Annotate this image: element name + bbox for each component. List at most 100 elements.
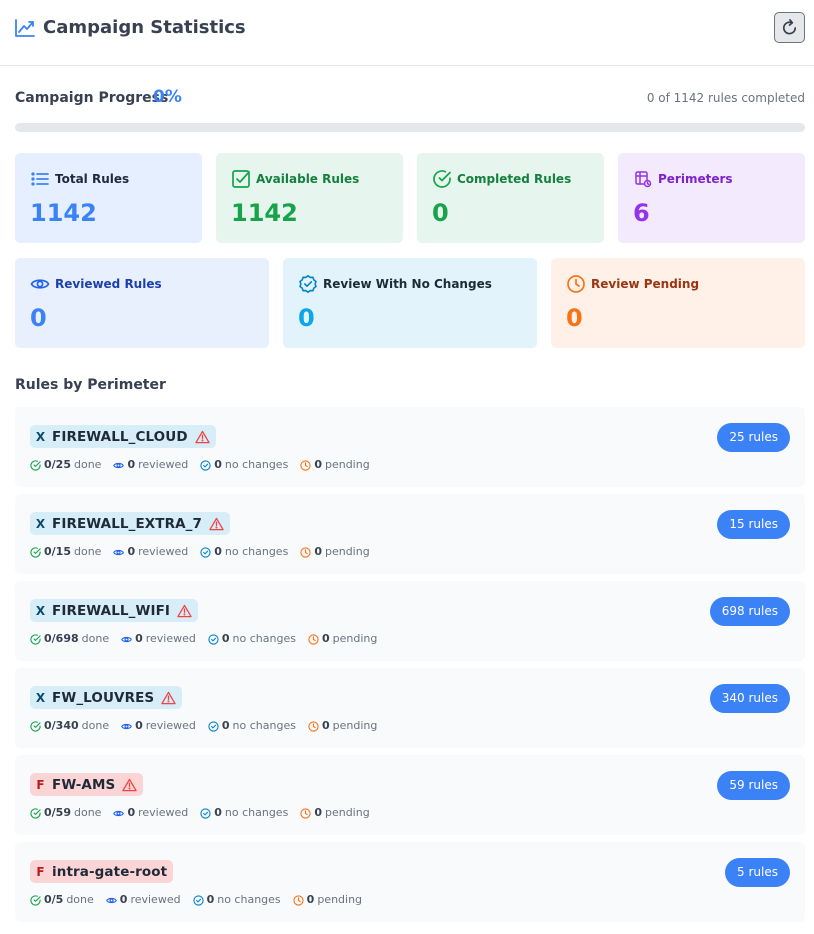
stat-card-label: Review With No Changes <box>323 277 492 291</box>
perimeter-stats: 0/698 done 0 reviewed 0 no changes 0 pending <box>30 632 389 646</box>
stat-card-reviewed: Reviewed Rules 0 <box>15 258 269 348</box>
rules-count-badge[interactable]: 59 rules <box>717 771 790 800</box>
no-changes-count: 0 <box>214 806 222 819</box>
badge-check-icon <box>208 633 219 645</box>
x-vendor-icon: X <box>35 690 46 705</box>
stat-card-value: 0 <box>566 304 583 332</box>
reviewed-count: 0 <box>127 458 136 471</box>
stat-pending: 0 pending <box>300 545 370 559</box>
stat-card-label: Available Rules <box>256 172 360 186</box>
f-vendor-icon: F <box>36 777 45 792</box>
perimeter-name: FIREWALL_CLOUD <box>52 428 188 445</box>
refresh-button[interactable] <box>774 12 805 43</box>
stat-pending: 0 pending <box>308 719 377 733</box>
checkbox-icon <box>231 169 251 189</box>
rules-count-badge[interactable]: 340 rules <box>709 684 790 713</box>
perimeter-tag: X FW_LOUVRES <box>30 686 183 709</box>
pending-label: pending <box>324 545 370 558</box>
stat-card-completed: Completed Rules 0 <box>417 153 604 243</box>
stat-reviewed: 0 reviewed <box>105 893 181 907</box>
stat-card-label: Review Pending <box>591 277 700 291</box>
rules-count-badge[interactable]: 25 rules <box>717 423 790 452</box>
stat-card-label: Reviewed Rules <box>55 277 162 291</box>
perimeter-tag: X FIREWALL_EXTRA_7 <box>30 512 230 535</box>
done-count: 0/59 <box>44 806 71 819</box>
no-changes-count: 0 <box>214 545 222 558</box>
clock-icon <box>293 894 304 906</box>
perimeter-row[interactable]: X FIREWALL_EXTRA_7 0/15 done 0 reviewed 0 no ch… <box>15 494 805 574</box>
pending-count: 0 <box>314 806 322 819</box>
stat-no-changes: 0 no changes <box>192 893 281 907</box>
done-label: done <box>73 806 102 819</box>
perimeter-tag: Fintra-gate-root <box>30 860 174 883</box>
stat-done: 0/698 done <box>30 632 109 646</box>
perimeter-stats: 0/59 done 0 reviewed 0 no changes 0 pending <box>30 806 382 820</box>
clock-icon <box>300 546 311 558</box>
rules-count-badge[interactable]: 15 rules <box>717 510 790 539</box>
check-circle-icon <box>30 720 41 732</box>
eye-icon <box>121 636 132 642</box>
stat-pending: 0 pending <box>300 806 370 820</box>
stat-card-total: Total Rules 1142 <box>15 153 202 243</box>
pending-count: 0 <box>314 458 322 471</box>
campaign-progress-label: Campaign Progress <box>15 90 169 106</box>
perimeter-name: intra-gate-root <box>52 863 168 880</box>
warning-icon <box>209 517 224 530</box>
perimeter-row[interactable]: F FW-AMS 0/59 done 0 reviewed 0 no changes 0 pend… <box>15 755 805 835</box>
stat-reviewed: 0 reviewed <box>113 806 188 820</box>
no-changes-count: 0 <box>221 632 230 645</box>
pending-label: pending <box>324 458 370 471</box>
pending-label: pending <box>332 632 378 645</box>
stat-pending: 0 pending <box>308 632 377 646</box>
perimeter-tag: X FIREWALL_WIFI <box>30 599 199 622</box>
stat-no-changes: 0 no changes <box>208 719 296 733</box>
perimeter-row[interactable]: X FIREWALL_WIFI 0/698 done 0 reviewed 0 no chan… <box>15 581 805 661</box>
reviewed-label: reviewed <box>145 632 196 645</box>
x-vendor-icon: X <box>35 603 46 618</box>
badge-check-icon <box>298 274 318 294</box>
stat-card-label: Completed Rules <box>457 172 572 186</box>
eye-icon <box>113 462 125 468</box>
stat-card-value: 0 <box>432 199 449 227</box>
stat-no-changes: 0 no changes <box>200 458 288 472</box>
stat-card-available: Available Rules 1142 <box>216 153 403 243</box>
done-count: 0/340 <box>44 719 79 732</box>
pending-label: pending <box>317 893 363 906</box>
no-changes-label: no changes <box>232 632 296 645</box>
eye-icon <box>30 274 50 294</box>
perimeter-name: FW_LOUVRES <box>52 689 155 706</box>
no-changes-label: no changes <box>232 719 296 732</box>
badge-check-icon <box>200 459 211 471</box>
check-circle-icon <box>30 459 41 471</box>
no-changes-count: 0 <box>206 893 215 906</box>
pending-count: 0 <box>306 893 315 906</box>
stat-done: 0/5 done <box>30 893 94 907</box>
stat-done: 0/15 done <box>30 545 101 559</box>
rules-count-badge[interactable]: 698 rules <box>709 597 790 626</box>
perimeter-stats: 0/25 done 0 reviewed 0 no changes 0 pending <box>30 458 382 472</box>
done-label: done <box>73 545 102 558</box>
stat-done: 0/59 done <box>30 806 101 820</box>
refresh-icon <box>782 19 797 35</box>
stat-no-changes: 0 no changes <box>208 632 296 646</box>
perimeter-row[interactable]: Fintra-gate-root 0/5 done 0 reviewed 0 no chan… <box>15 842 805 922</box>
done-label: done <box>73 458 102 471</box>
eye-icon <box>121 723 132 729</box>
badge-check-icon <box>208 720 219 732</box>
perimeter-name: FIREWALL_WIFI <box>52 602 171 619</box>
stat-reviewed: 0 reviewed <box>113 458 188 472</box>
badge-check-icon <box>192 894 204 906</box>
perimeter-row[interactable]: X FW_LOUVRES 0/340 done 0 reviewed 0 no changes… <box>15 668 805 748</box>
check-circle-icon <box>30 633 41 645</box>
stat-done: 0/340 done <box>30 719 109 733</box>
header: Campaign Statistics <box>0 0 814 66</box>
perimeter-row[interactable]: X FIREWALL_CLOUD 0/25 done 0 reviewed 0 no chan… <box>15 407 805 487</box>
check-circle-icon <box>30 807 41 819</box>
stat-card-value: 0 <box>298 304 315 332</box>
rules-count-badge[interactable]: 5 rules <box>725 858 790 887</box>
stat-pending: 0 pending <box>300 458 370 472</box>
check-circle-icon <box>30 546 41 558</box>
x-vendor-icon: X <box>35 516 46 531</box>
reviewed-count: 0 <box>135 632 143 645</box>
clock-icon <box>566 274 586 294</box>
